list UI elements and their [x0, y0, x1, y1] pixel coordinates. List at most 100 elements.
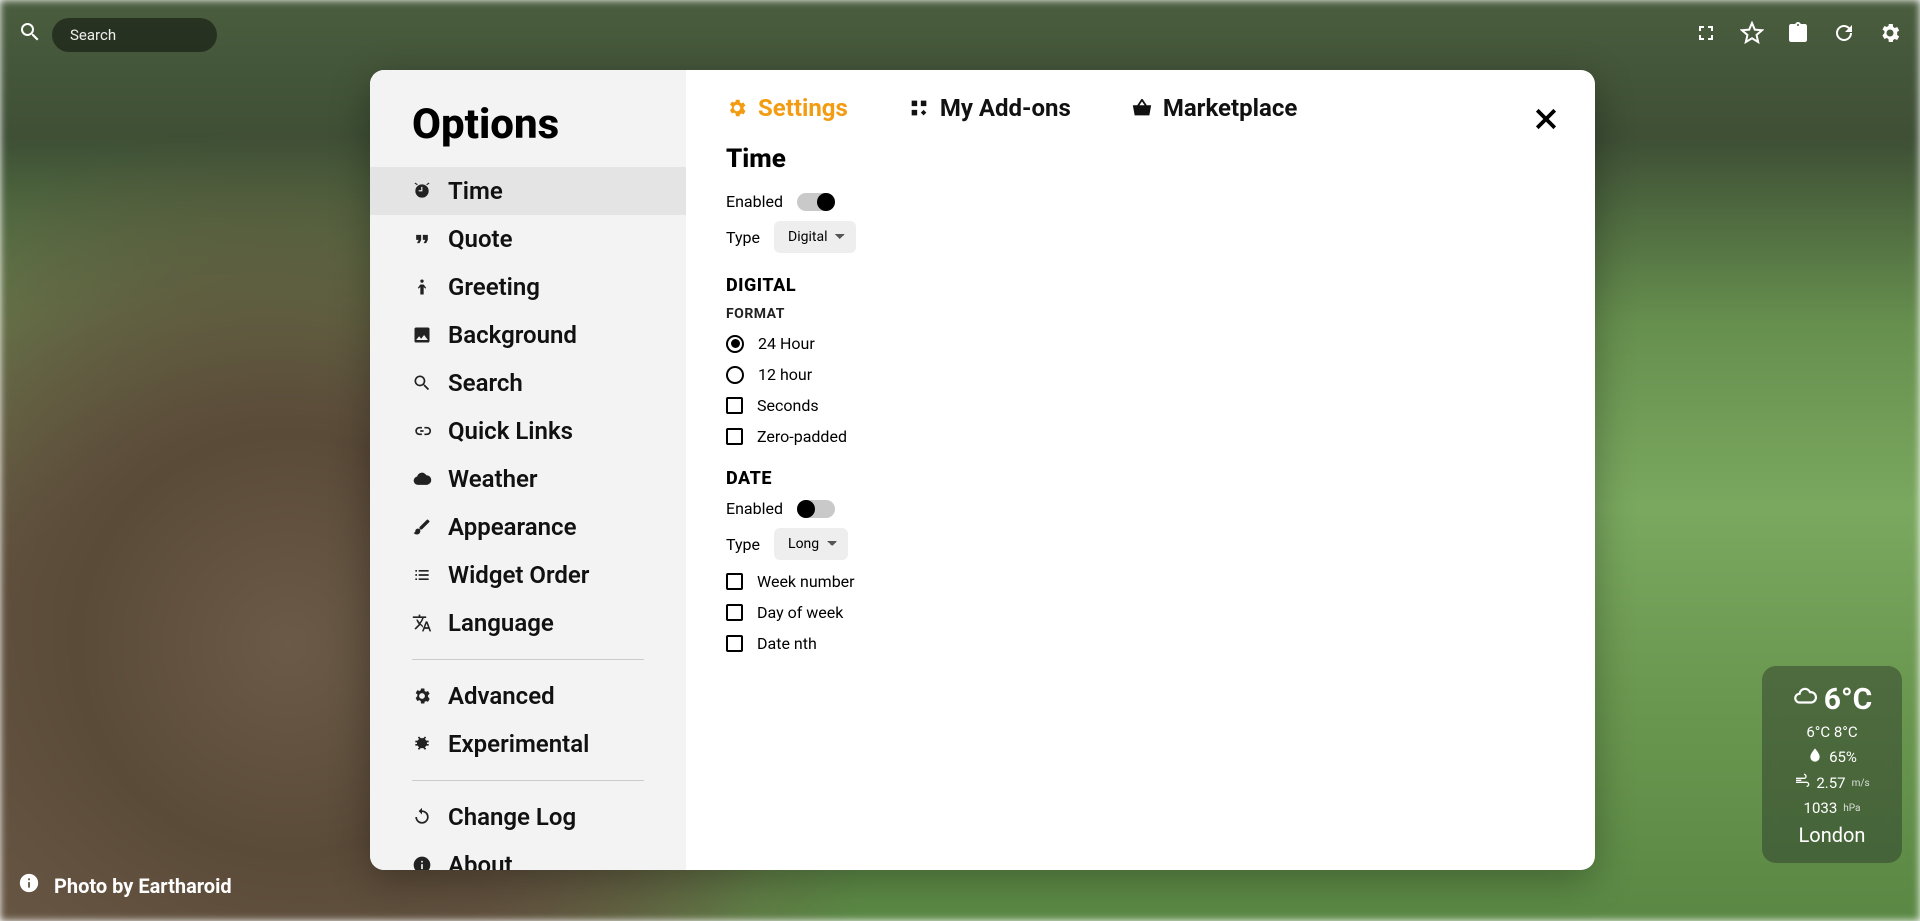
date-type-label: Type — [726, 535, 760, 554]
gear-icon — [726, 97, 748, 119]
sidebar-item-background[interactable]: Background — [370, 311, 686, 359]
checkbox-label: Zero-padded — [757, 427, 847, 446]
date-type-select[interactable]: Long — [774, 528, 848, 560]
close-button[interactable] — [1531, 104, 1561, 138]
sidebar-label: About — [448, 851, 513, 870]
divider — [412, 780, 644, 781]
options-modal: Options Time Quote Greeting Background S… — [370, 70, 1595, 870]
star-icon[interactable] — [1740, 21, 1764, 49]
tab-label: Settings — [758, 94, 848, 122]
enabled-label: Enabled — [726, 192, 783, 211]
radio-label: 24 Hour — [758, 334, 815, 353]
tab-marketplace[interactable]: Marketplace — [1131, 94, 1297, 122]
sidebar-item-greeting[interactable]: Greeting — [370, 263, 686, 311]
pressure-unit: hPa — [1843, 803, 1860, 814]
digital-heading: DIGITAL — [726, 275, 1555, 296]
gear-icon[interactable] — [1878, 21, 1902, 49]
date-heading: DATE — [726, 468, 1555, 489]
basket-icon — [1131, 97, 1153, 119]
search-icon[interactable] — [18, 20, 42, 50]
info-icon — [412, 855, 432, 870]
checkbox-icon — [726, 635, 743, 652]
refresh-icon[interactable] — [1832, 21, 1856, 49]
radio-icon — [726, 335, 744, 353]
cloud-icon — [1792, 682, 1818, 717]
sidebar-label: Quote — [448, 225, 513, 253]
format-24-radio[interactable]: 24 Hour — [726, 334, 1555, 353]
weather-pressure: 1033 — [1804, 799, 1838, 817]
weather-range: 6°C 8°C — [1806, 723, 1857, 741]
radio-icon — [726, 366, 744, 384]
divider — [412, 659, 644, 660]
zeropad-checkbox[interactable]: Zero-padded — [726, 427, 1555, 446]
date-enabled-label: Enabled — [726, 499, 783, 518]
sidebar-title: Options — [370, 90, 686, 167]
checkbox-icon — [726, 573, 743, 590]
sidebar-label: Background — [448, 321, 577, 349]
sidebar-item-advanced[interactable]: Advanced — [370, 672, 686, 720]
section-title-time: Time — [726, 144, 1555, 174]
format-heading: FORMAT — [726, 306, 1555, 322]
wind-unit: m/s — [1852, 778, 1870, 789]
sidebar-item-weather[interactable]: Weather — [370, 455, 686, 503]
checkbox-icon — [726, 604, 743, 621]
tab-bar: Settings My Add-ons Marketplace — [726, 94, 1555, 122]
datenth-checkbox[interactable]: Date nth — [726, 634, 1555, 653]
wind-icon — [1794, 773, 1810, 793]
checkbox-label: Date nth — [757, 634, 817, 653]
radio-label: 12 hour — [758, 365, 812, 384]
sidebar-item-widgetorder[interactable]: Widget Order — [370, 551, 686, 599]
time-type-select[interactable]: Digital — [774, 221, 856, 253]
weather-wind: 2.57 — [1816, 774, 1845, 792]
tab-addons[interactable]: My Add-ons — [908, 94, 1071, 122]
photo-credit-text: Photo by Eartharoid — [54, 874, 232, 898]
bug-icon — [412, 734, 432, 754]
weeknum-checkbox[interactable]: Week number — [726, 572, 1555, 591]
quote-icon — [412, 229, 432, 249]
sidebar-label: Language — [448, 609, 554, 637]
clipboard-icon[interactable] — [1786, 21, 1810, 49]
sidebar-item-quicklinks[interactable]: Quick Links — [370, 407, 686, 455]
sidebar-item-experimental[interactable]: Experimental — [370, 720, 686, 768]
person-icon — [412, 277, 432, 297]
format-12-radio[interactable]: 12 hour — [726, 365, 1555, 384]
search-icon — [412, 373, 432, 393]
checkbox-label: Day of week — [757, 603, 843, 622]
dayofweek-checkbox[interactable]: Day of week — [726, 603, 1555, 622]
top-bar — [18, 18, 1902, 52]
cloud-icon — [412, 469, 432, 489]
alarm-icon — [412, 181, 432, 201]
photo-credit: Photo by Eartharoid — [18, 872, 232, 899]
tab-label: Marketplace — [1163, 94, 1297, 122]
sidebar-label: Widget Order — [448, 561, 589, 589]
sidebar-label: Advanced — [448, 682, 555, 710]
checkbox-icon — [726, 428, 743, 445]
tab-settings[interactable]: Settings — [726, 94, 848, 122]
sidebar-label: Appearance — [448, 513, 577, 541]
sidebar-item-about[interactable]: About — [370, 841, 686, 870]
sidebar-item-quote[interactable]: Quote — [370, 215, 686, 263]
info-icon[interactable] — [18, 872, 40, 899]
sidebar-label: Experimental — [448, 730, 589, 758]
sidebar-item-language[interactable]: Language — [370, 599, 686, 647]
link-icon — [412, 421, 432, 441]
checkbox-icon — [726, 397, 743, 414]
list-icon — [412, 565, 432, 585]
seconds-checkbox[interactable]: Seconds — [726, 396, 1555, 415]
settings-content: Settings My Add-ons Marketplace Time Ena… — [686, 70, 1595, 870]
tab-label: My Add-ons — [940, 94, 1071, 122]
weather-widget: 6°C 6°C 8°C 65% 2.57 m/s 1033 hPa London — [1762, 666, 1902, 863]
sidebar-item-time[interactable]: Time — [370, 167, 686, 215]
gear-icon — [412, 686, 432, 706]
sidebar-item-search[interactable]: Search — [370, 359, 686, 407]
time-enabled-toggle[interactable] — [797, 193, 835, 211]
translate-icon — [412, 613, 432, 633]
date-enabled-toggle[interactable] — [797, 500, 835, 518]
search-input[interactable] — [52, 18, 217, 52]
checkbox-label: Seconds — [757, 396, 819, 415]
image-icon — [412, 325, 432, 345]
sidebar-item-changelog[interactable]: Change Log — [370, 793, 686, 841]
sidebar-label: Greeting — [448, 273, 540, 301]
sidebar-item-appearance[interactable]: Appearance — [370, 503, 686, 551]
fullscreen-icon[interactable] — [1694, 21, 1718, 49]
